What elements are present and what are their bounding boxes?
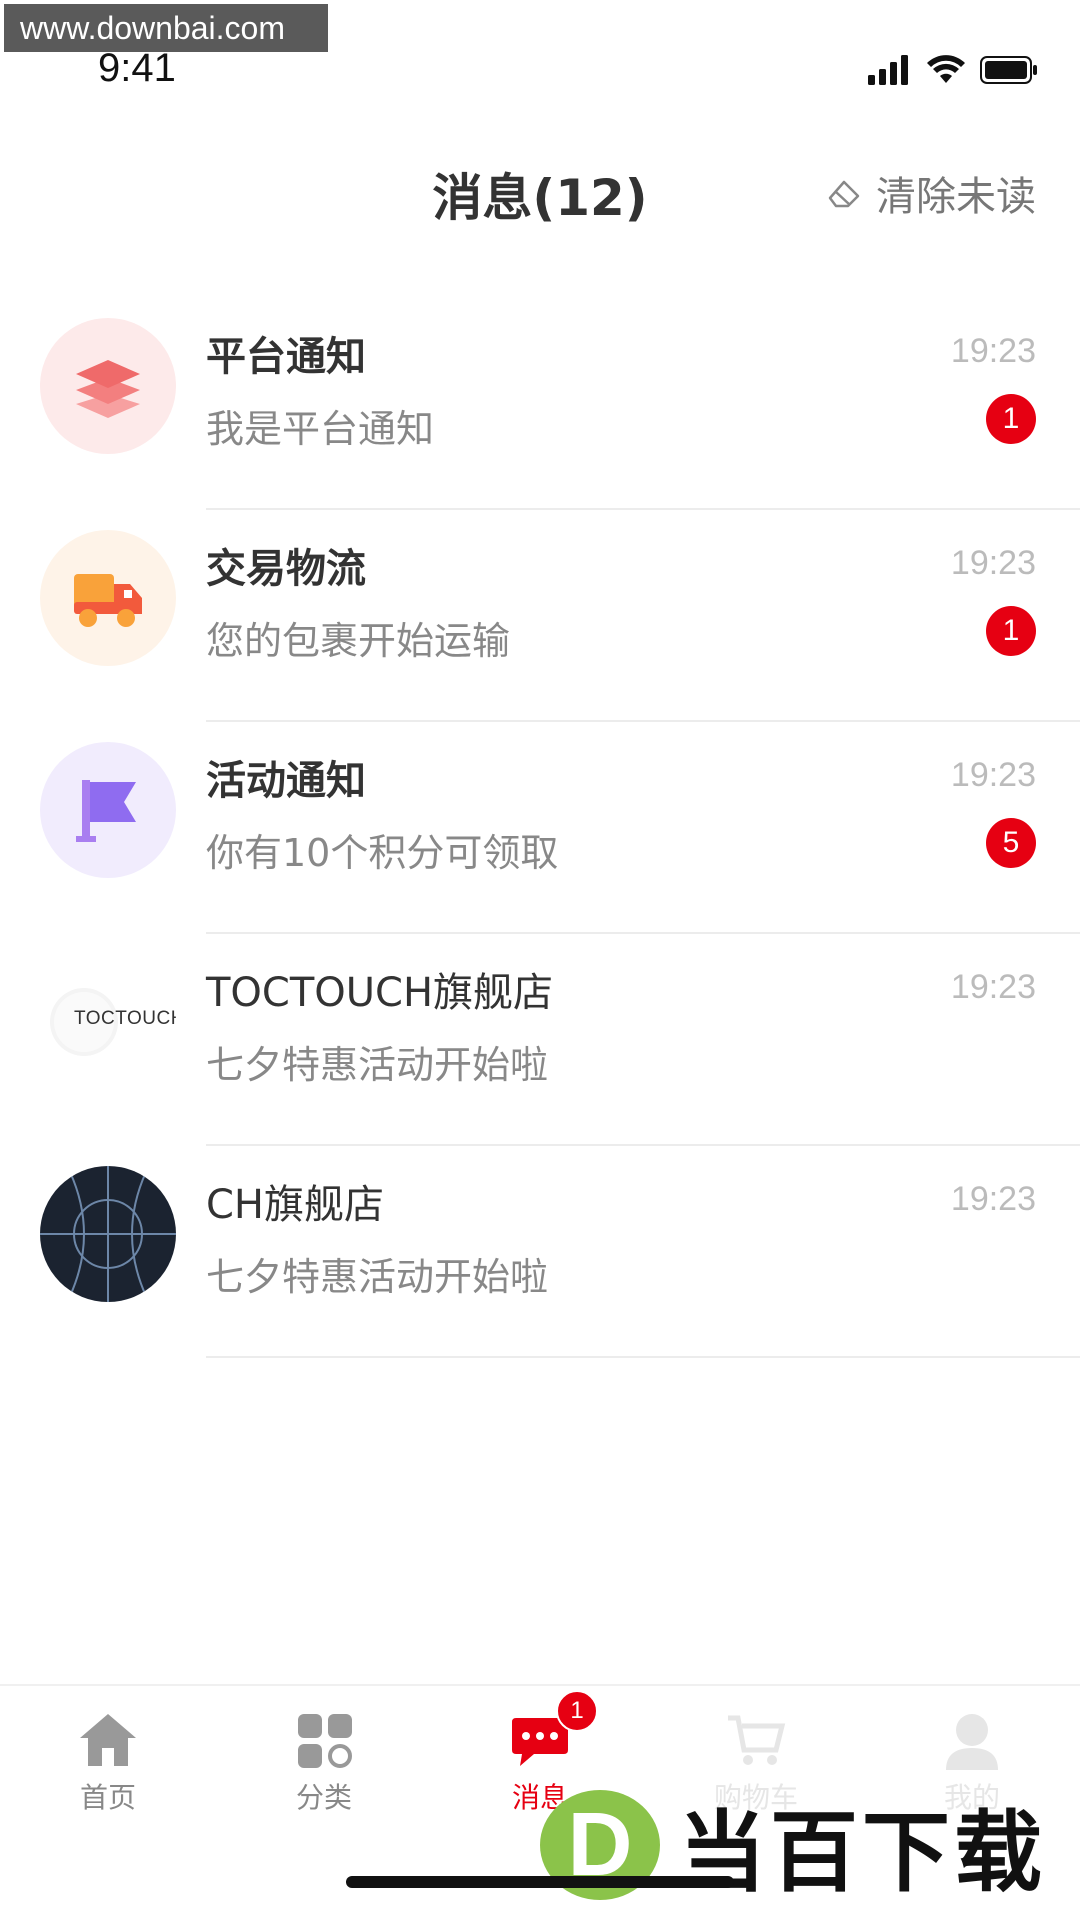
clear-unread-label: 清除未读: [876, 174, 1036, 220]
divider: [206, 1144, 1080, 1146]
divider: [206, 508, 1080, 510]
message-subtitle: 七夕特惠活动开始啦: [206, 1043, 549, 1087]
divider: [206, 720, 1080, 722]
divider: [206, 1356, 1080, 1358]
message-time: 19:23: [950, 968, 1036, 1006]
tab-category[interactable]: 分类: [244, 1708, 404, 1816]
watermark-top: www.downbai.com: [4, 4, 328, 52]
status-time: 9:41: [98, 46, 176, 90]
tab-label: 分类: [295, 1781, 352, 1814]
signal-icon: [868, 55, 908, 85]
message-title: CH旗舰店: [206, 1182, 385, 1228]
divider: [206, 932, 1080, 934]
status-icons: [868, 50, 1038, 90]
message-time: 19:23: [950, 1180, 1036, 1218]
avatar: [40, 742, 176, 878]
message-time: 19:23: [950, 544, 1036, 582]
avatar: [40, 1166, 176, 1302]
message-title: 活动通知: [206, 758, 366, 804]
home-indicator: [346, 1876, 734, 1888]
cart-icon: [728, 1715, 786, 1765]
store-logo-text: TOCTOUCH: [74, 1008, 176, 1029]
message-item-toctouch-store[interactable]: TOCTOUCH TOCTOUCH旗舰店 七夕特惠活动开始啦 19:23: [0, 954, 1080, 1166]
avatar: [40, 530, 176, 666]
home-icon: [80, 1714, 136, 1766]
message-subtitle: 七夕特惠活动开始啦: [206, 1255, 549, 1299]
avatar: TOCTOUCH: [40, 954, 176, 1090]
message-item-ch-store[interactable]: CH旗舰店 七夕特惠活动开始啦 19:23: [0, 1166, 1080, 1378]
message-subtitle: 你有10个积分可领取: [206, 831, 559, 875]
message-title: 平台通知: [206, 334, 366, 380]
wifi-icon: [927, 55, 965, 83]
message-subtitle: 您的包裹开始运输: [206, 619, 511, 663]
ch-logo-icon: [40, 1166, 176, 1302]
unread-badge: 1: [986, 394, 1036, 444]
message-item-logistics[interactable]: 交易物流 您的包裹开始运输 19:23 1: [0, 530, 1080, 742]
message-title: 交易物流: [206, 546, 366, 592]
avatar: [40, 318, 176, 454]
message-list: 平台通知 我是平台通知 19:23 1 交易物流 您的包裹开始运输 19:23 …: [0, 318, 1080, 1378]
message-time: 19:23: [950, 332, 1036, 370]
message-item-platform[interactable]: 平台通知 我是平台通知 19:23 1: [0, 318, 1080, 530]
clear-unread-button[interactable]: 清除未读: [826, 164, 1036, 222]
category-icon: [298, 1714, 352, 1768]
truck-icon: [74, 574, 142, 627]
user-icon: [946, 1714, 998, 1770]
message-title: TOCTOUCH旗舰店: [206, 970, 554, 1016]
tab-label: 首页: [79, 1781, 136, 1814]
unread-badge: 1: [986, 606, 1036, 656]
message-time: 19:23: [950, 756, 1036, 794]
battery-icon: [980, 56, 1037, 84]
message-subtitle: 我是平台通知: [206, 407, 435, 451]
watermark-text: 当百下载: [678, 1800, 1047, 1904]
tab-badge: 1: [556, 1690, 598, 1732]
eraser-icon: [828, 180, 860, 208]
layers-icon: [76, 360, 140, 418]
tab-home[interactable]: 首页: [28, 1708, 188, 1816]
message-item-activity[interactable]: 活动通知 你有10个积分可领取 19:23 5: [0, 742, 1080, 954]
flag-icon: [76, 780, 136, 842]
unread-badge: 5: [986, 818, 1036, 868]
